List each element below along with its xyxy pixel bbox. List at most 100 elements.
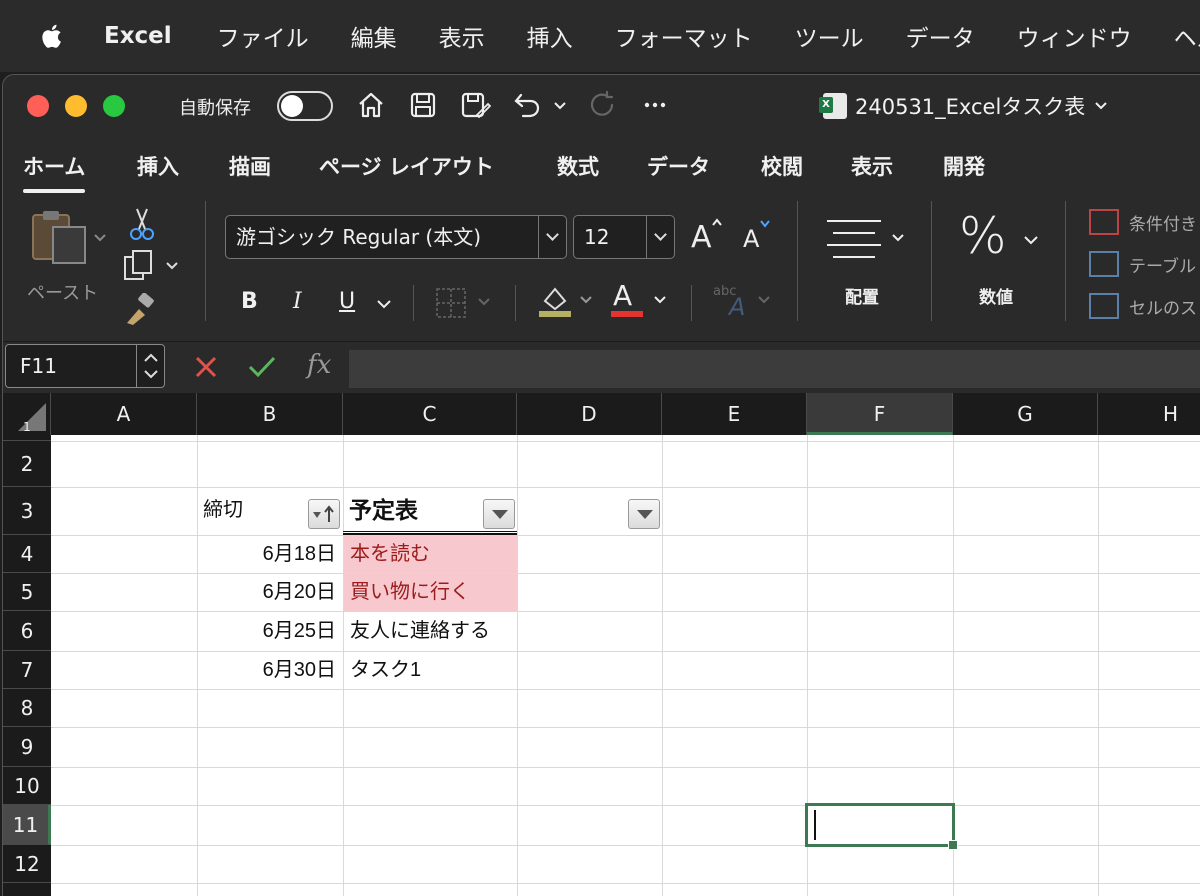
close-window-button[interactable] xyxy=(27,95,49,117)
svg-text:A: A xyxy=(727,293,745,321)
tab-draw[interactable]: 描画 xyxy=(229,151,271,181)
font-name-dropdown-chevron-icon[interactable] xyxy=(538,216,566,258)
decrease-font-size-icon[interactable]: A xyxy=(741,215,777,255)
row-header-2[interactable]: 2 xyxy=(3,441,51,487)
autosave-toggle[interactable] xyxy=(277,91,333,121)
row-header-6[interactable]: 6 xyxy=(3,611,51,651)
gridline xyxy=(51,805,1200,806)
font-color-icon[interactable]: A xyxy=(609,279,671,321)
save-icon[interactable] xyxy=(407,89,439,121)
fill-color-icon[interactable] xyxy=(537,281,599,321)
cancel-entry-icon[interactable] xyxy=(193,354,219,380)
column-header-c[interactable]: C xyxy=(343,393,517,435)
undo-dropdown-chevron-icon[interactable] xyxy=(551,89,569,121)
column-header-g[interactable]: G xyxy=(953,393,1098,435)
filter-dropdown-button-d[interactable] xyxy=(628,499,660,529)
redo-icon xyxy=(590,90,614,116)
row-header-10[interactable]: 10 xyxy=(3,767,51,805)
number-format-chevron-icon[interactable] xyxy=(1021,233,1043,249)
row-header-11[interactable]: 11 xyxy=(3,805,51,845)
save-as-icon[interactable] xyxy=(459,89,491,121)
column-header-b[interactable]: B xyxy=(197,393,343,435)
sort-filter-button-b[interactable] xyxy=(308,499,340,529)
apple-logo-icon[interactable] xyxy=(38,21,68,51)
alignment-icon[interactable] xyxy=(823,215,909,265)
cell-b7[interactable]: 6月30日 xyxy=(197,652,342,689)
minimize-window-button[interactable] xyxy=(65,95,87,117)
menu-view[interactable]: 表示 xyxy=(439,19,485,53)
font-size-dropdown-chevron-icon[interactable] xyxy=(646,216,674,258)
tab-developer[interactable]: 開発 xyxy=(943,151,985,181)
menu-app-excel[interactable]: Excel xyxy=(104,23,172,49)
menu-insert[interactable]: 挿入 xyxy=(527,19,573,53)
zoom-window-button[interactable] xyxy=(103,95,125,117)
tab-view[interactable]: 表示 xyxy=(851,151,893,181)
paste-icon[interactable] xyxy=(29,209,109,269)
home-icon[interactable] xyxy=(355,89,387,121)
menu-help[interactable]: ヘル xyxy=(1174,19,1200,53)
cut-scissors-icon[interactable] xyxy=(127,207,157,241)
menu-format[interactable]: フォーマット xyxy=(615,19,753,53)
tab-review[interactable]: 校閲 xyxy=(761,151,803,181)
more-options-icon[interactable] xyxy=(639,89,671,121)
column-header-f[interactable]: F xyxy=(807,393,953,435)
tab-page-layout[interactable]: ページ レイアウト xyxy=(319,151,494,181)
increase-font-size-icon[interactable]: A xyxy=(689,215,725,255)
menu-window[interactable]: ウィンドウ xyxy=(1017,19,1132,53)
cell-area[interactable]: 締切 予定表 6月18日 本を読む 6月20日 買い物に行く 6月25日 友人に… xyxy=(51,435,1200,896)
cell-c6[interactable]: 友人に連絡する xyxy=(344,612,517,651)
cell-c4[interactable]: 本を読む xyxy=(344,536,517,573)
tab-formulas[interactable]: 数式 xyxy=(557,151,599,181)
italic-button[interactable]: I xyxy=(293,289,302,314)
document-title[interactable]: 240531_Excelタスク表 xyxy=(819,91,1109,121)
row-header-9[interactable]: 9 xyxy=(3,727,51,767)
font-size-select[interactable]: 12 xyxy=(573,215,675,259)
row-header-12[interactable]: 12 xyxy=(3,845,51,883)
name-box-stepper[interactable] xyxy=(136,345,164,387)
cell-b5[interactable]: 6月20日 xyxy=(197,574,342,611)
name-box[interactable]: F11 xyxy=(5,344,165,388)
menu-data[interactable]: データ xyxy=(906,19,975,53)
row-header-4[interactable]: 4 xyxy=(3,535,51,573)
percent-icon[interactable]: % xyxy=(959,207,1007,265)
menu-tools[interactable]: ツール xyxy=(795,19,864,53)
insert-function-button[interactable]: fx xyxy=(307,350,331,380)
format-as-table-button[interactable]: テーブル xyxy=(1089,251,1196,277)
font-name-select[interactable]: 游ゴシック Regular (本文) xyxy=(225,215,567,259)
underline-button[interactable]: U xyxy=(339,289,355,314)
cell-b3[interactable]: 締切 xyxy=(203,495,243,525)
filter-dropdown-button-c[interactable] xyxy=(483,499,515,529)
copy-icon[interactable] xyxy=(123,249,183,283)
cell-styles-button[interactable]: セルのス xyxy=(1089,293,1197,319)
conditional-formatting-button[interactable]: 条件付き xyxy=(1089,209,1197,235)
bold-button[interactable]: B xyxy=(241,289,258,314)
row-header-1[interactable]: 1 xyxy=(3,397,51,441)
cell-b4[interactable]: 6月18日 xyxy=(197,536,342,573)
row-header-7[interactable]: 7 xyxy=(3,651,51,689)
underline-dropdown-chevron-icon[interactable] xyxy=(375,297,393,313)
row-header-5[interactable]: 5 xyxy=(3,573,51,611)
cell-b6[interactable]: 6月25日 xyxy=(197,612,342,651)
formula-input[interactable] xyxy=(349,350,1200,388)
conditional-formatting-icon xyxy=(1089,209,1119,235)
column-header-a[interactable]: A xyxy=(51,393,197,435)
cell-c3[interactable]: 予定表 xyxy=(349,493,418,527)
cell-c5[interactable]: 買い物に行く xyxy=(344,574,517,611)
column-header-e[interactable]: E xyxy=(662,393,807,435)
tab-insert[interactable]: 挿入 xyxy=(137,151,179,181)
row-header-3[interactable]: 3 xyxy=(3,487,51,535)
stepper-arrows-icon xyxy=(144,353,158,379)
format-painter-icon[interactable] xyxy=(123,293,159,327)
tab-home[interactable]: ホーム xyxy=(23,151,86,193)
menu-edit[interactable]: 編集 xyxy=(351,19,397,53)
column-header-h[interactable]: H xyxy=(1098,393,1200,435)
confirm-entry-icon[interactable] xyxy=(247,354,277,380)
row-header-8[interactable]: 8 xyxy=(3,689,51,727)
active-cell-f11[interactable] xyxy=(805,803,958,850)
tab-data[interactable]: データ xyxy=(647,151,710,181)
undo-icon[interactable] xyxy=(511,89,543,121)
column-header-d[interactable]: D xyxy=(517,393,662,435)
menu-file[interactable]: ファイル xyxy=(217,19,309,53)
worksheet-grid[interactable]: A B C D E F G H 1 2 3 4 5 6 7 8 9 10 11 … xyxy=(3,393,1200,896)
cell-c7[interactable]: タスク1 xyxy=(344,652,517,689)
